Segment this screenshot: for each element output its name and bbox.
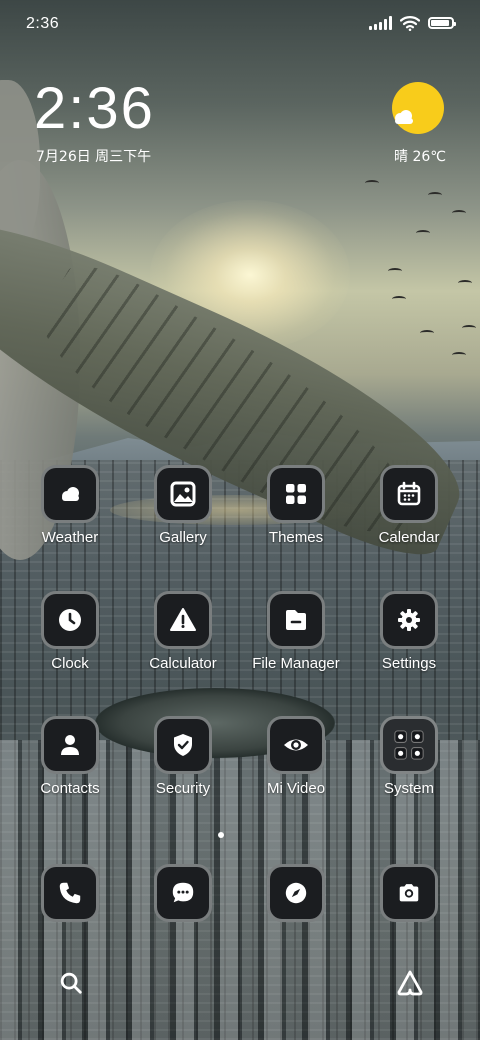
gear-icon bbox=[398, 609, 420, 631]
battery-fill bbox=[431, 20, 449, 26]
app-calculator[interactable]: Calculator bbox=[128, 591, 238, 672]
app-tile[interactable] bbox=[41, 591, 99, 649]
folder-icon bbox=[286, 610, 306, 630]
app-label: Weather bbox=[41, 529, 99, 546]
wifi-icon bbox=[400, 16, 420, 31]
camera-icon bbox=[399, 884, 419, 902]
app-settings[interactable]: Settings bbox=[354, 591, 464, 672]
status-icons bbox=[369, 15, 456, 31]
app-mi-video[interactable]: Mi Video bbox=[241, 716, 351, 797]
phone-icon bbox=[59, 882, 81, 904]
folder-grid-icon bbox=[394, 730, 424, 760]
app-label: Settings bbox=[381, 655, 437, 672]
app-tile[interactable] bbox=[154, 465, 212, 523]
battery-icon bbox=[428, 17, 456, 29]
wallpaper-bird bbox=[388, 268, 402, 274]
wallpaper-bird bbox=[462, 325, 476, 331]
sun-icon bbox=[392, 82, 444, 134]
compass-icon bbox=[285, 882, 307, 904]
app-tile[interactable] bbox=[154, 591, 212, 649]
app-label: Themes bbox=[268, 529, 324, 546]
app-tile[interactable] bbox=[41, 716, 99, 774]
app-contacts[interactable]: Contacts bbox=[15, 716, 125, 797]
cloud-icon bbox=[62, 487, 79, 501]
app-gallery[interactable]: Gallery bbox=[128, 465, 238, 546]
dock-camera[interactable] bbox=[380, 864, 438, 922]
app-tile[interactable] bbox=[267, 716, 325, 774]
wallpaper-bird bbox=[428, 192, 442, 198]
weather-text: 晴 26℃ bbox=[394, 149, 446, 165]
app-tile[interactable] bbox=[267, 591, 325, 649]
app-label: Contacts bbox=[40, 780, 100, 797]
clock-icon bbox=[59, 609, 81, 631]
app-tile[interactable] bbox=[380, 591, 438, 649]
clock-widget-time[interactable]: 2:36 bbox=[34, 76, 155, 142]
app-label: Mi Video bbox=[266, 780, 326, 797]
warning-icon bbox=[170, 608, 196, 631]
dock-messages[interactable] bbox=[154, 864, 212, 922]
app-label: File Manager bbox=[252, 655, 340, 672]
cloud-icon bbox=[395, 110, 413, 124]
app-label: Clock bbox=[51, 655, 89, 672]
app-tile[interactable] bbox=[41, 465, 99, 523]
grid-icon bbox=[286, 484, 306, 504]
app-security[interactable]: Security bbox=[128, 716, 238, 797]
eye-icon bbox=[284, 739, 308, 751]
wallpaper-bird bbox=[458, 280, 472, 286]
image-icon bbox=[170, 481, 196, 507]
dock-browser[interactable] bbox=[267, 864, 325, 922]
app-label: Gallery bbox=[159, 529, 207, 546]
app-system-folder[interactable]: System bbox=[354, 716, 464, 797]
wallpaper-bird bbox=[392, 296, 406, 302]
message-icon bbox=[172, 882, 194, 903]
page-indicator-dot bbox=[218, 832, 224, 838]
wallpaper-bird bbox=[365, 180, 379, 186]
status-time: 2:36 bbox=[26, 15, 60, 32]
clock-widget-date[interactable]: 7月26日 周三下午 bbox=[36, 146, 151, 166]
shield-icon bbox=[174, 734, 192, 756]
app-themes[interactable]: Themes bbox=[241, 465, 351, 546]
status-bar: 2:36 bbox=[0, 0, 480, 50]
wallpaper-bird bbox=[420, 330, 434, 336]
app-label: Calendar bbox=[378, 529, 440, 546]
dock-phone[interactable] bbox=[41, 864, 99, 922]
wallpaper-bird bbox=[452, 352, 466, 358]
app-label: Calculator bbox=[149, 655, 217, 672]
wallpaper-bird bbox=[416, 230, 430, 236]
wallpaper-bird bbox=[452, 210, 466, 216]
app-tile[interactable] bbox=[380, 716, 438, 774]
assistant-icon[interactable] bbox=[396, 969, 424, 997]
app-tile[interactable] bbox=[380, 465, 438, 523]
app-tile[interactable] bbox=[154, 716, 212, 774]
signal-icon bbox=[369, 16, 392, 30]
app-clock[interactable]: Clock bbox=[15, 591, 125, 672]
search-icon[interactable] bbox=[57, 969, 85, 997]
app-weather[interactable]: Weather bbox=[15, 465, 125, 546]
app-label: Security bbox=[155, 780, 211, 797]
app-label: System bbox=[383, 780, 434, 797]
app-calendar[interactable]: Calendar bbox=[354, 465, 464, 546]
app-tile[interactable] bbox=[267, 465, 325, 523]
person-icon bbox=[61, 735, 79, 755]
weather-widget[interactable]: 晴 26℃ bbox=[366, 82, 446, 165]
calendar-icon bbox=[397, 481, 421, 506]
app-file-manager[interactable]: File Manager bbox=[241, 591, 351, 672]
